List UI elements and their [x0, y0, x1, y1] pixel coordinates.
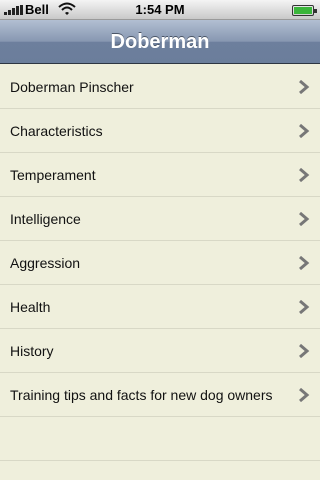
list-item-label: Doberman Pinscher — [10, 79, 134, 95]
battery-icon — [292, 5, 317, 16]
chevron-right-icon — [299, 168, 310, 182]
list-item-label: Characteristics — [10, 123, 103, 139]
chevron-right-icon — [299, 256, 310, 270]
list-item-characteristics[interactable]: Characteristics — [0, 109, 320, 153]
list-item-doberman-pinscher[interactable]: Doberman Pinscher — [0, 65, 320, 109]
list-item-history[interactable]: History — [0, 329, 320, 373]
list-item-label: History — [10, 343, 54, 359]
list-item-temperament[interactable]: Temperament — [0, 153, 320, 197]
page-title: Doberman — [110, 31, 210, 53]
list-item-label: Aggression — [10, 255, 81, 271]
navigation-bar: Doberman — [0, 20, 320, 64]
chevron-right-icon — [299, 212, 310, 226]
list-item-training-tips[interactable]: Training tips and facts for new dog owne… — [0, 373, 320, 417]
chevron-right-icon — [299, 124, 310, 138]
status-bar: Bell 1:54 PM — [0, 0, 320, 20]
chevron-right-icon — [299, 344, 310, 358]
chevron-right-icon — [299, 388, 310, 402]
list-item-label: Training tips and facts for new dog owne… — [10, 387, 273, 403]
topic-list: Doberman Pinscher Characteristics Temper… — [0, 65, 320, 480]
empty-row — [0, 417, 320, 461]
list-item-health[interactable]: Health — [0, 285, 320, 329]
list-item-aggression[interactable]: Aggression — [0, 241, 320, 285]
list-item-label: Intelligence — [10, 211, 81, 227]
chevron-right-icon — [299, 300, 310, 314]
list-item-label: Health — [10, 299, 51, 315]
list-item-label: Temperament — [10, 167, 96, 183]
chevron-right-icon — [299, 80, 310, 94]
list-item-intelligence[interactable]: Intelligence — [0, 197, 320, 241]
status-time: 1:54 PM — [135, 2, 185, 17]
